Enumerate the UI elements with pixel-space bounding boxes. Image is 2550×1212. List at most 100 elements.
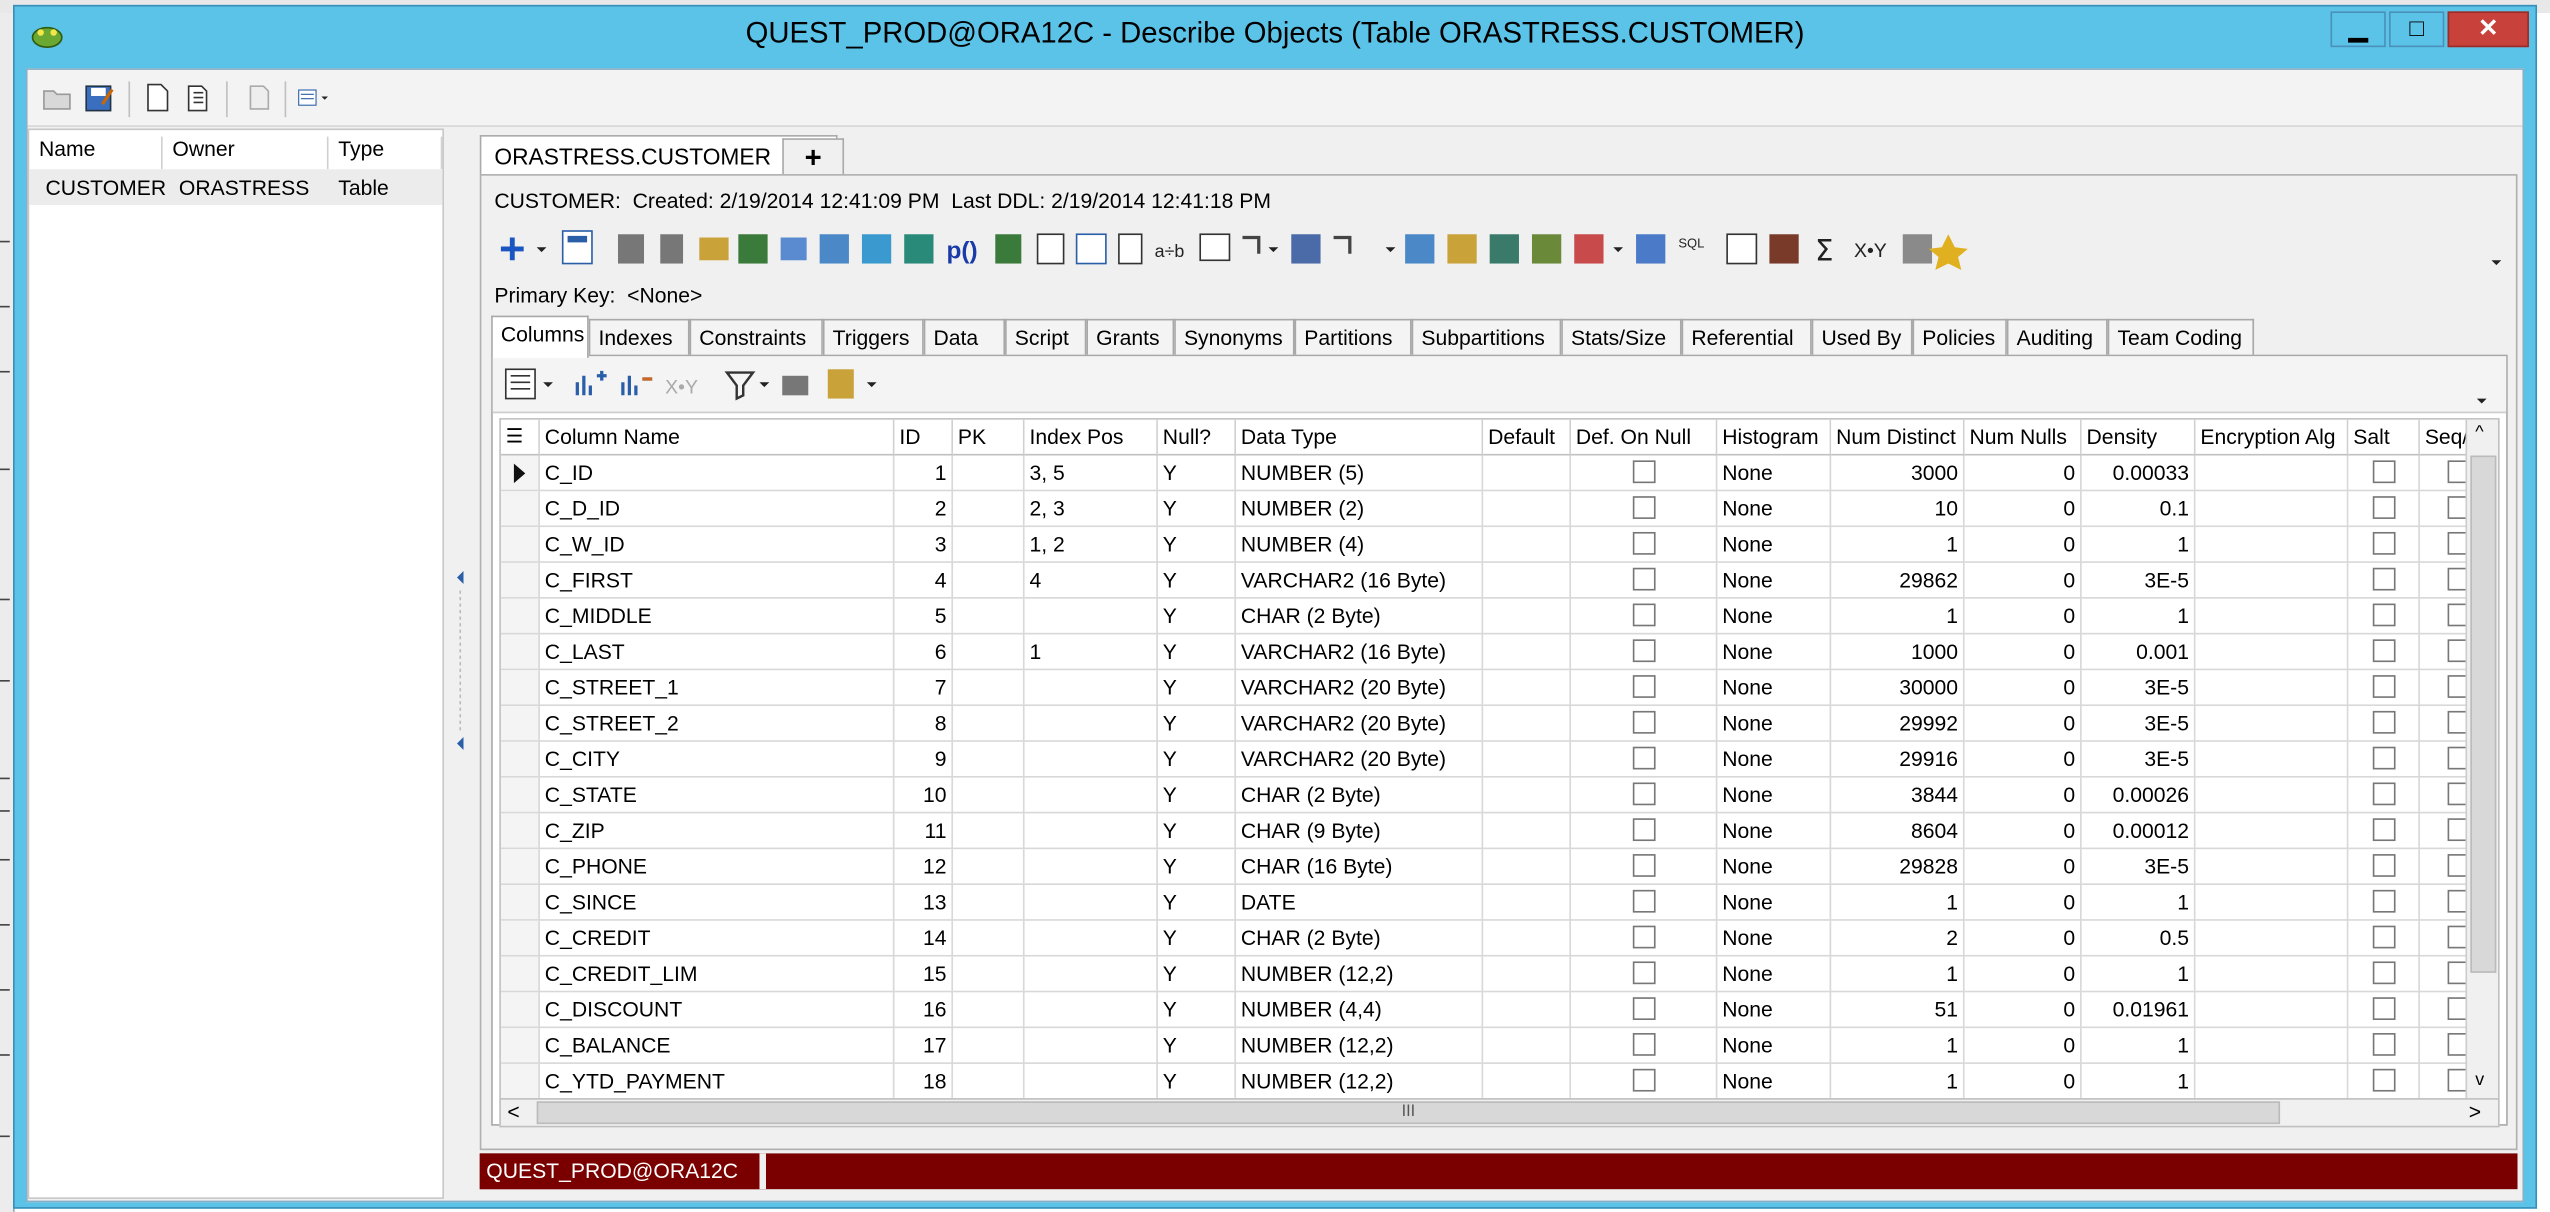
col-column-name-cell[interactable]: C_YTD_PAYMENT bbox=[539, 1063, 895, 1100]
col-num-nulls-cell[interactable]: 0 bbox=[1964, 706, 2082, 742]
col-density-cell[interactable]: 1 bbox=[2081, 1028, 2196, 1064]
tab-partitions[interactable]: Partitions bbox=[1294, 318, 1412, 355]
col-null-cell[interactable]: Y bbox=[1157, 741, 1236, 778]
col-num-nulls-cell[interactable]: 0 bbox=[1964, 1063, 2082, 1100]
tab-indexes[interactable]: Indexes bbox=[588, 318, 690, 355]
col-num-nulls-cell[interactable]: 0 bbox=[1964, 670, 2082, 707]
col-default-cell[interactable] bbox=[1483, 598, 1572, 635]
row-selector[interactable] bbox=[500, 849, 540, 885]
checkbox[interactable] bbox=[2372, 639, 2396, 663]
col-index-pos-cell[interactable] bbox=[1024, 920, 1158, 957]
checkbox[interactable] bbox=[2372, 460, 2396, 484]
col-column-name-cell[interactable]: C_BALANCE bbox=[539, 1028, 895, 1064]
header-index-pos[interactable]: Index Pos bbox=[1024, 419, 1158, 456]
grid-toolbar[interactable]: X•Y bbox=[492, 356, 2507, 414]
col-pk-cell[interactable] bbox=[953, 920, 1025, 957]
checkbox[interactable] bbox=[2372, 567, 2396, 591]
col-id-cell[interactable]: 5 bbox=[894, 598, 954, 635]
col-null-cell[interactable]: Y bbox=[1157, 670, 1236, 707]
col-num-nulls-cell[interactable]: 0 bbox=[1964, 920, 2082, 957]
col-data-type-cell[interactable]: VARCHAR2 (20 Byte) bbox=[1235, 670, 1484, 707]
col-density-cell[interactable]: 1 bbox=[2081, 956, 2196, 993]
col-histogram-cell[interactable]: None bbox=[1717, 1063, 1832, 1100]
row-selector[interactable] bbox=[500, 813, 540, 850]
header-null[interactable]: Null? bbox=[1157, 419, 1236, 456]
tab-policies[interactable]: Policies bbox=[1912, 318, 2007, 355]
checkbox[interactable] bbox=[1632, 710, 1656, 734]
row-selector[interactable] bbox=[500, 562, 540, 599]
col-histogram-cell[interactable]: None bbox=[1717, 527, 1832, 563]
checkbox[interactable] bbox=[2372, 710, 2396, 734]
col-null-cell[interactable]: Y bbox=[1157, 992, 1236, 1029]
col-default-cell[interactable] bbox=[1483, 562, 1572, 599]
header-default[interactable]: Default bbox=[1483, 419, 1572, 456]
col-encryption-alg-cell[interactable] bbox=[2195, 849, 2349, 885]
checkbox[interactable] bbox=[2372, 854, 2396, 877]
col-column-name-cell[interactable]: C_FIRST bbox=[539, 562, 895, 599]
col-data-type-cell[interactable]: NUMBER (5) bbox=[1235, 455, 1484, 492]
row-selector[interactable] bbox=[500, 920, 540, 957]
col-num-distinct-cell[interactable]: 1 bbox=[1831, 1063, 1965, 1100]
col-pk-cell[interactable] bbox=[953, 491, 1025, 528]
col-default-cell[interactable] bbox=[1483, 634, 1572, 671]
minimize-button[interactable]: ▁ bbox=[2330, 11, 2386, 48]
add-tab-button[interactable]: + bbox=[782, 138, 845, 176]
col-histogram-cell[interactable]: None bbox=[1717, 598, 1832, 635]
col-histogram-cell[interactable]: None bbox=[1717, 813, 1832, 850]
col-index-pos-cell[interactable] bbox=[1024, 813, 1158, 850]
col-pk-cell[interactable] bbox=[953, 1063, 1025, 1100]
close-button[interactable]: ✕ bbox=[2447, 11, 2529, 48]
row-selector[interactable] bbox=[500, 741, 540, 778]
col-data-type-cell[interactable]: NUMBER (4,4) bbox=[1235, 992, 1484, 1029]
col-encryption-alg-cell[interactable] bbox=[2195, 884, 2349, 921]
checkbox[interactable] bbox=[1632, 1033, 1656, 1056]
col-data-type-cell[interactable]: CHAR (2 Byte) bbox=[1235, 920, 1484, 957]
col-id-cell[interactable]: 17 bbox=[894, 1028, 954, 1064]
col-default-cell[interactable] bbox=[1483, 920, 1572, 957]
horizontal-scroll-thumb[interactable]: III bbox=[536, 1101, 2281, 1125]
save-icon[interactable] bbox=[83, 81, 116, 114]
header-density[interactable]: Density bbox=[2081, 419, 2196, 456]
tab-grants[interactable]: Grants bbox=[1086, 318, 1175, 355]
col-index-pos-cell[interactable] bbox=[1024, 992, 1158, 1029]
col-default-cell[interactable] bbox=[1483, 527, 1572, 563]
title-bar[interactable]: QUEST_PROD@ORA12C - Describe Objects (Ta… bbox=[15, 7, 2536, 69]
horizontal-scrollbar[interactable]: < III > bbox=[499, 1098, 2500, 1128]
col-default-cell[interactable] bbox=[1483, 670, 1572, 707]
col-encryption-alg-cell[interactable] bbox=[2195, 455, 2349, 492]
col-num-nulls-cell[interactable]: 0 bbox=[1964, 1028, 2082, 1064]
col-num-nulls-cell[interactable]: 0 bbox=[1964, 956, 2082, 993]
col-default-cell[interactable] bbox=[1483, 992, 1572, 1029]
col-histogram-cell[interactable]: None bbox=[1717, 777, 1832, 814]
col-num-distinct-cell[interactable]: 1 bbox=[1831, 884, 1965, 921]
tab-synonyms[interactable]: Synonyms bbox=[1174, 318, 1295, 355]
col-default-cell[interactable] bbox=[1483, 813, 1572, 850]
col-column-name-cell[interactable]: C_CITY bbox=[539, 741, 895, 778]
col-column-name-cell[interactable]: C_STREET_2 bbox=[539, 706, 895, 742]
col-num-distinct-cell[interactable]: 1000 bbox=[1831, 634, 1965, 671]
row-selector[interactable] bbox=[500, 670, 540, 707]
col-num-distinct-cell[interactable]: 29992 bbox=[1831, 706, 1965, 742]
col-null-cell[interactable]: Y bbox=[1157, 598, 1236, 635]
object-list-header-type[interactable]: Type bbox=[329, 136, 443, 170]
col-id-cell[interactable]: 2 bbox=[894, 491, 954, 528]
tab-referential[interactable]: Referential bbox=[1681, 318, 1812, 355]
col-id-cell[interactable]: 16 bbox=[894, 992, 954, 1029]
row-selector[interactable] bbox=[500, 491, 540, 528]
col-pk-cell[interactable] bbox=[953, 813, 1025, 850]
col-id-cell[interactable]: 4 bbox=[894, 562, 954, 599]
col-data-type-cell[interactable]: VARCHAR2 (16 Byte) bbox=[1235, 634, 1484, 671]
col-encryption-alg-cell[interactable] bbox=[2195, 777, 2349, 814]
checkbox[interactable] bbox=[1632, 639, 1656, 663]
col-histogram-cell[interactable]: None bbox=[1717, 706, 1832, 742]
col-pk-cell[interactable] bbox=[953, 777, 1025, 814]
header-num-nulls[interactable]: Num Nulls bbox=[1964, 419, 2082, 456]
checkbox[interactable] bbox=[2372, 1033, 2396, 1056]
row-selector[interactable] bbox=[500, 956, 540, 993]
scroll-down-icon[interactable]: v bbox=[2475, 1070, 2484, 1090]
col-data-type-cell[interactable]: VARCHAR2 (20 Byte) bbox=[1235, 741, 1484, 778]
col-encryption-alg-cell[interactable] bbox=[2195, 562, 2349, 599]
col-encryption-alg-cell[interactable] bbox=[2195, 491, 2349, 528]
tab-stats-size[interactable]: Stats/Size bbox=[1561, 318, 1682, 355]
object-list-header-name[interactable]: Name bbox=[29, 136, 163, 170]
